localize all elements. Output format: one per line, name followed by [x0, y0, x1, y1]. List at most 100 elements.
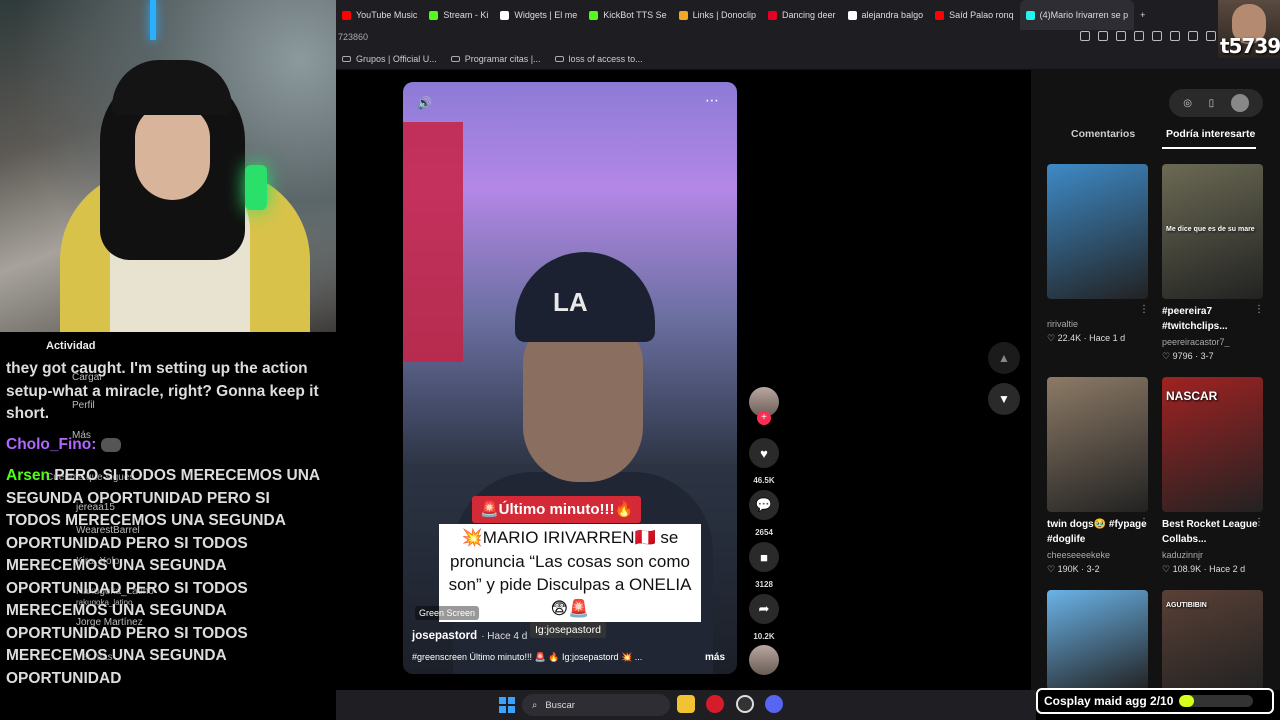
- video-thumbnail[interactable]: AGUTIBIBIN: [1162, 590, 1263, 690]
- tab-label: Saíd Palao ronq: [949, 10, 1014, 20]
- heart-icon[interactable]: ♥: [749, 438, 779, 468]
- video-thumbnail[interactable]: NASCAR: [1162, 377, 1263, 512]
- more-options-icon[interactable]: ⋮: [1254, 517, 1264, 528]
- bookmark-item[interactable]: Grupos | Official U...: [342, 54, 437, 64]
- video-username[interactable]: ririvaltie: [1047, 319, 1147, 329]
- bookmark-icon: [342, 55, 351, 62]
- browser-tab[interactable]: alejandra balgo: [842, 0, 930, 30]
- new-tab-button[interactable]: +: [1134, 0, 1151, 30]
- share-icon[interactable]: ➦: [749, 594, 779, 624]
- video-caption[interactable]: twin dogs🥹 #fypage #doglife: [1047, 517, 1147, 547]
- video-thumbnail[interactable]: Me dice que es de su mare: [1162, 164, 1263, 299]
- video-thumbnail[interactable]: [1047, 590, 1148, 690]
- chat-message: Arsen PERO SI TODOS MERECEMOS UNA SEGUND…: [6, 465, 326, 690]
- browser-tab[interactable]: (4)Mario Irivarren se p: [1019, 0, 1135, 30]
- more-options-icon[interactable]: ⋯: [705, 92, 719, 109]
- chat-message-text: they got caught. I'm setting up the acti…: [6, 360, 319, 422]
- led-strip: [150, 0, 156, 40]
- video-username[interactable]: kaduzinnjr: [1162, 550, 1262, 560]
- next-video-button[interactable]: ▼: [988, 383, 1020, 415]
- tab-label: YouTube Music: [356, 10, 418, 20]
- opera-icon[interactable]: [706, 695, 724, 713]
- goal-progress-fill: [1179, 695, 1195, 707]
- bookmark-item[interactable]: Programar citas |...: [450, 53, 541, 64]
- browser-tab[interactable]: Stream - Ki: [423, 0, 494, 30]
- more-options-icon[interactable]: ⋮: [1254, 304, 1264, 315]
- video-author[interactable]: josepastord · Hace 4 d: [412, 630, 527, 642]
- tab-podria-interesarte[interactable]: Podría interesarte: [1166, 128, 1255, 140]
- save-button[interactable]: ■ 3128: [748, 542, 780, 589]
- discord-icon[interactable]: [765, 695, 783, 713]
- extension-icon[interactable]: [1188, 31, 1198, 41]
- author-name[interactable]: josepastord: [412, 630, 477, 642]
- active-tab-indicator: [1162, 147, 1256, 149]
- music-disc-icon[interactable]: [749, 645, 779, 675]
- video-caption[interactable]: Best Rocket League Collabs...: [1162, 517, 1262, 547]
- windows-start-icon[interactable]: [499, 697, 515, 713]
- comment-button[interactable]: 💬 2654: [748, 490, 780, 537]
- video-description: #greenscreen Último minuto!!! 🚨 🔥 Ig:jos…: [412, 652, 643, 662]
- chat-emote: [100, 437, 121, 452]
- volume-icon[interactable]: 🔊: [417, 96, 432, 110]
- video-caption[interactable]: #peereira7 #twitchclips...: [1162, 304, 1262, 334]
- extension-icon[interactable]: [1116, 31, 1126, 41]
- extension-icon[interactable]: [1080, 31, 1090, 41]
- author-avatar-button[interactable]: +: [748, 387, 780, 425]
- browser-tab[interactable]: KickBot TTS Se: [583, 0, 672, 30]
- previous-video-button[interactable]: ▲: [988, 342, 1020, 374]
- tab-favicon-icon: [1025, 10, 1035, 20]
- chat-username: Arsen: [6, 467, 50, 484]
- video-stats: ♡ 190K · 3-2: [1047, 564, 1100, 574]
- music-disc-button[interactable]: [748, 645, 780, 675]
- browser-tab[interactable]: Saíd Palao ronq: [929, 0, 1020, 30]
- browser-tab[interactable]: Links | Donoclip: [673, 0, 762, 30]
- compass-icon[interactable]: ◎: [1183, 98, 1192, 109]
- comment-icon[interactable]: 💬: [749, 490, 779, 520]
- video-thumbnail[interactable]: [1047, 164, 1148, 299]
- activity-label[interactable]: Actividad: [46, 340, 96, 352]
- browser-tab[interactable]: Dancing deer: [762, 0, 842, 30]
- like-button[interactable]: ♥ 46.5K: [748, 438, 780, 485]
- phone-icon[interactable]: ▯: [1209, 98, 1215, 109]
- video-username[interactable]: cheeseeeekeke: [1047, 550, 1147, 560]
- follow-plus-icon[interactable]: +: [757, 411, 771, 425]
- tab-favicon-icon: [589, 10, 599, 20]
- obs-icon[interactable]: [736, 695, 754, 713]
- taskbar-search[interactable]: ⌕ Buscar: [522, 694, 670, 716]
- tab-label: Stream - Ki: [443, 10, 489, 20]
- avatar[interactable]: [1230, 94, 1249, 112]
- extension-icon[interactable]: [1170, 31, 1180, 41]
- tab-favicon-icon: [500, 10, 510, 20]
- share-button[interactable]: ➦ 10.2K: [748, 594, 780, 641]
- more-link[interactable]: más: [705, 652, 725, 663]
- bookmark-icon: [450, 55, 460, 62]
- tab-favicon-icon: [342, 10, 351, 20]
- browser-tab[interactable]: YouTube Music: [336, 0, 423, 30]
- bookmark-label: Programar citas |...: [464, 53, 541, 64]
- share-count: 10.2K: [753, 632, 775, 641]
- more-options-icon[interactable]: ⋮: [1139, 304, 1149, 315]
- video-username[interactable]: peereiracastor7_: [1162, 337, 1262, 347]
- more-options-icon[interactable]: ⋮: [1139, 517, 1149, 528]
- panel-toggle[interactable]: ◎ ▯: [1169, 89, 1263, 117]
- facecam-text: t5739: [1220, 34, 1280, 58]
- extension-icon[interactable]: [1134, 31, 1144, 41]
- video-red-band: [403, 122, 463, 362]
- video-stats: ♡ 9796 · 3-7: [1162, 351, 1214, 361]
- file-explorer-icon[interactable]: [677, 695, 695, 713]
- extension-icon[interactable]: [1206, 31, 1216, 41]
- tab-comentarios[interactable]: Comentarios: [1071, 128, 1135, 140]
- video-thumbnail[interactable]: [1047, 377, 1148, 512]
- video-person-face: [523, 322, 643, 482]
- comment-count: 2654: [755, 528, 773, 537]
- extension-icon[interactable]: [1098, 31, 1108, 41]
- bookmark-item[interactable]: loss of access to...: [554, 54, 643, 64]
- like-count: 46.5K: [753, 476, 775, 485]
- green-screen-tag[interactable]: Green Screen: [415, 606, 480, 620]
- browser-tab[interactable]: Widgets | El me: [494, 0, 583, 30]
- bookmark-icon[interactable]: ■: [749, 542, 779, 572]
- extension-icon[interactable]: [1152, 31, 1162, 41]
- tab-favicon-icon: [935, 10, 945, 20]
- address-text: 723860: [338, 32, 369, 42]
- tiktok-video-player[interactable]: LA 🔊 ⋯ 🚨Último minuto!!!🔥 💥MARIO IRIVARR…: [403, 82, 737, 674]
